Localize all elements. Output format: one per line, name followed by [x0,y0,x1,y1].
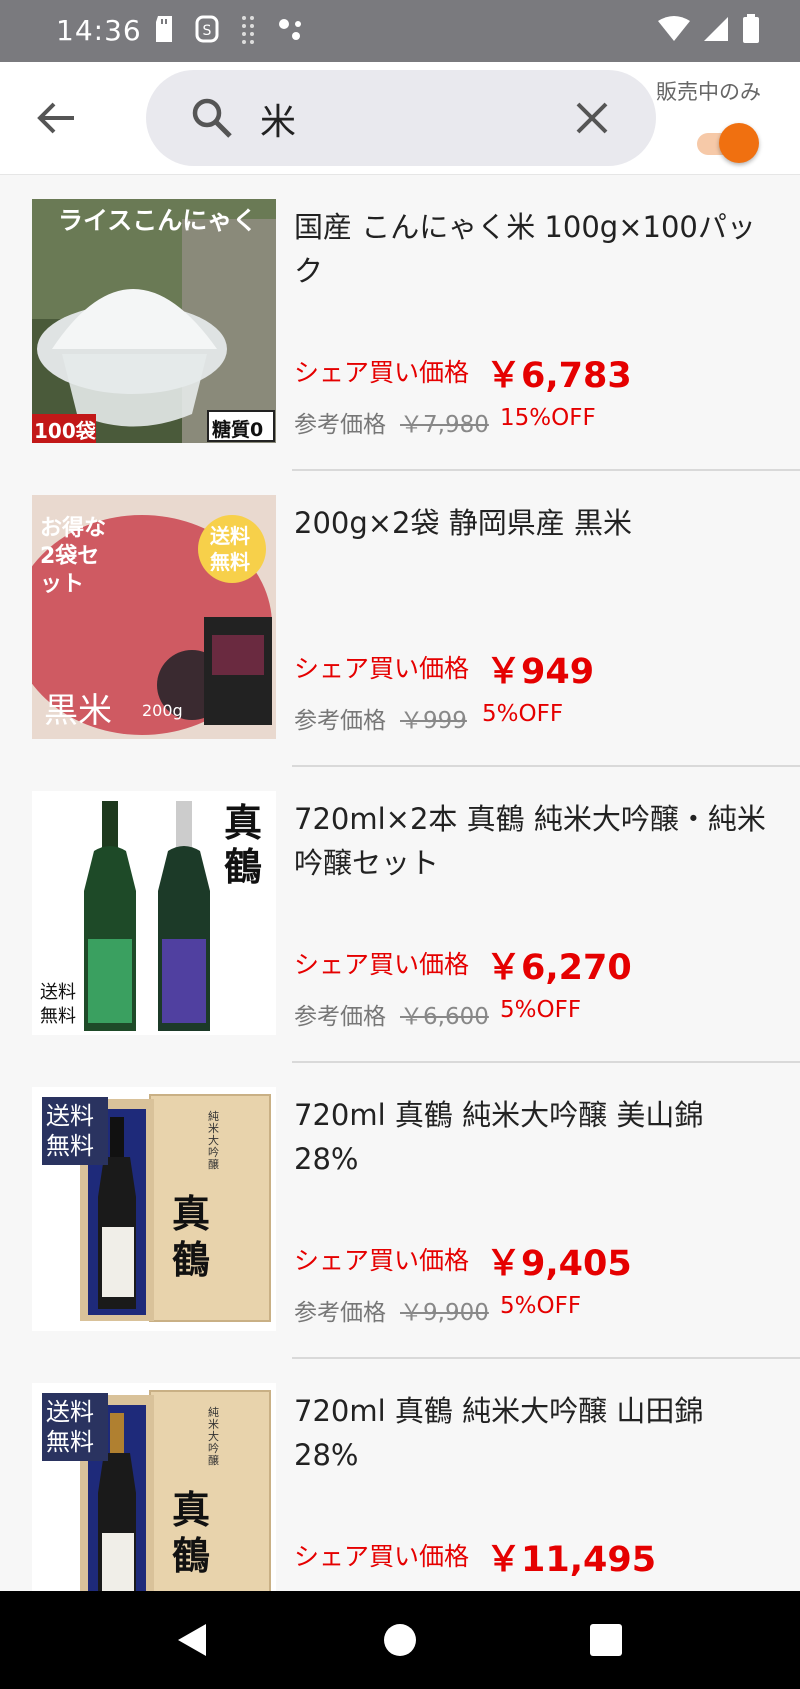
system-icons [658,14,760,44]
image-box-text: 純米大吟醸 [208,1110,219,1171]
reference-price-label: 参考価格 [294,1300,386,1326]
product-item[interactable]: ライスこんにゃく 100袋 糖質0 国産 こんにゃく米 100g×100パック … [0,175,800,471]
clear-search-button[interactable] [570,96,614,140]
image-box-text: 純米大吟醸 [208,1406,219,1467]
product-title: 720ml×2本 真鶴 純米大吟醸・純米吟醸セット [294,802,766,880]
sd-card-icon [156,16,172,42]
search-icon [192,98,232,138]
product-image: 送料無料 純米大吟醸 真鶴 [32,1087,276,1331]
reference-price-label: 参考価格 [294,708,386,734]
image-badge: 送料無料 [46,1102,94,1160]
in-stock-only-toggle[interactable] [697,122,759,164]
image-badge: 送料無料 [46,1398,94,1456]
status-time: 14:36 [56,14,142,47]
share-price-label: シェア買い価格 [294,1246,470,1275]
sim-icon: S [195,15,219,43]
product-item[interactable]: 真鶴 送料無料 720ml×2本 真鶴 純米大吟醸・純米吟醸セット シェア買い価… [0,767,800,1063]
share-price: ￥949 [486,652,595,692]
image-bottom-label: 黒米 [44,691,112,731]
image-badge-left: 100袋 [34,419,96,443]
toggle-knob [719,123,759,163]
share-price: ￥11,495 [486,1540,657,1580]
reference-price: ￥9,900 [400,1300,489,1326]
product-image: 送料無料 純米大吟醸 真鶴 [32,1383,276,1591]
share-price-label: シェア買い価格 [294,950,470,979]
image-caption: ライスこんにゃく [58,206,258,235]
image-weight-label: 200g [142,701,183,720]
product-title: 720ml 真鶴 純米大吟醸 美山錦 28% [294,1098,704,1176]
share-price-label: シェア買い価格 [294,1542,470,1571]
product-item[interactable]: 送料無料 純米大吟醸 真鶴 720ml 真鶴 純米大吟醸 山田錦 28% シェア… [0,1359,800,1591]
dots-grid-icon [242,16,254,44]
reference-price-label: 参考価格 [294,412,386,438]
product-list: ライスこんにゃく 100袋 糖質0 国産 こんにゃく米 100g×100パック … [0,175,800,1591]
in-stock-only-label: 販売中のみ [656,80,761,104]
image-caption: お得な2袋セット [40,516,107,597]
nav-back-button[interactable] [172,1620,212,1660]
share-price-label: シェア買い価格 [294,654,470,683]
image-brand: 真鶴 [172,1487,211,1578]
image-badge-right: 糖質0 [212,419,264,441]
discount-badge: 5%OFF [500,1293,582,1319]
search-bar[interactable] [146,70,656,166]
product-item[interactable]: 送料無料 純米大吟醸 真鶴 720ml 真鶴 純米大吟醸 美山錦 28% シェア… [0,1063,800,1359]
share-price: ￥9,405 [486,1244,632,1284]
notification-icons: S [152,14,306,48]
product-title: 国産 こんにゃく米 100g×100パック [294,210,756,288]
image-brand: 真鶴 [172,1191,211,1282]
reference-price: ￥7,980 [400,412,489,438]
discount-badge: 5%OFF [482,701,564,727]
search-input[interactable] [258,90,562,148]
nav-recents-button[interactable] [586,1620,626,1660]
wifi-icon [658,16,690,41]
discount-badge: 15%OFF [500,405,596,431]
nav-home-button[interactable] [380,1620,420,1660]
product-title: 200g×2袋 静岡県産 黒米 [294,506,632,540]
image-brand: 真鶴 [224,800,263,889]
product-title: 720ml 真鶴 純米大吟醸 山田錦 28% [294,1394,704,1472]
svg-text:S: S [203,23,212,39]
product-image: ライスこんにゃく 100袋 糖質0 [32,199,276,443]
status-bar: 14:36 S [0,0,800,62]
share-price: ￥6,270 [486,948,632,988]
discount-badge: 5%OFF [500,997,582,1023]
assistant-dots-icon [279,19,301,40]
image-badge: 送料無料 [40,982,76,1027]
product-image: お得な2袋セット 送料無料 黒米 200g [32,495,276,739]
image-badge-right: 送料無料 [210,524,250,574]
search-header: 販売中のみ [0,62,800,175]
reference-price: ￥6,600 [400,1004,489,1030]
share-price: ￥6,783 [486,356,632,396]
arrow-left-icon [37,102,74,134]
signal-icon [704,17,728,41]
system-navigation-bar [0,1591,800,1689]
reference-price: ￥999 [400,708,467,734]
back-button[interactable] [30,92,82,144]
share-price-label: シェア買い価格 [294,358,470,387]
reference-price-label: 参考価格 [294,1004,386,1030]
battery-icon [743,14,759,43]
product-image: 真鶴 送料無料 [32,791,276,1035]
product-item[interactable]: お得な2袋セット 送料無料 黒米 200g 200g×2袋 静岡県産 黒米 シェ… [0,471,800,767]
